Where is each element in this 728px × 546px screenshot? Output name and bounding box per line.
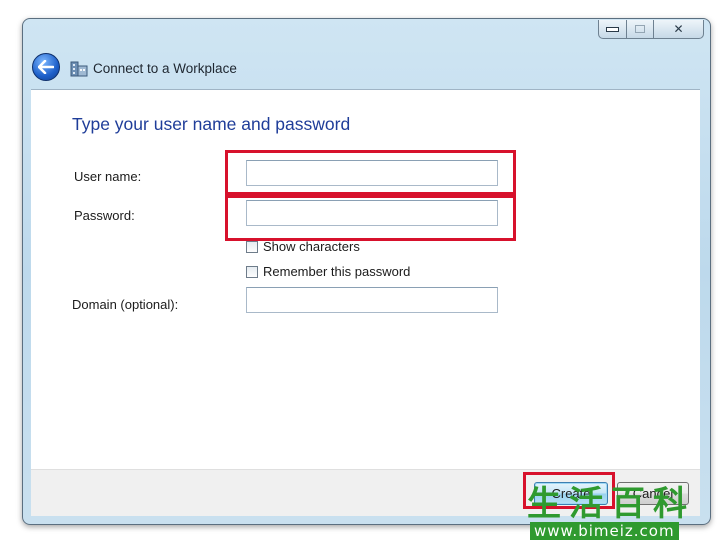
show-characters-label: Show characters (263, 239, 360, 254)
caption-buttons: ✕ (598, 20, 704, 39)
password-input[interactable] (246, 200, 498, 226)
maximize-icon (635, 25, 645, 33)
watermark-glyph: 百 (611, 484, 645, 524)
username-label: User name: (74, 169, 142, 184)
show-characters-checkbox[interactable] (246, 240, 258, 253)
watermark-url: www.bimeiz.com (530, 522, 679, 540)
show-characters-option[interactable]: Show characters (246, 239, 360, 254)
watermark-glyphs: 生 活 百 科 (525, 485, 689, 523)
connect-workplace-window: ✕ Connect to a Workplace Type your user … (22, 18, 711, 525)
close-button[interactable]: ✕ (654, 20, 704, 39)
minimize-icon (606, 26, 619, 32)
password-label: Password: (74, 208, 135, 223)
wizard-content: Type your user name and password User na… (31, 89, 700, 469)
back-button[interactable] (32, 53, 60, 81)
domain-input[interactable] (246, 287, 498, 313)
maximize-button[interactable] (627, 20, 654, 39)
window-title: Connect to a Workplace (93, 61, 237, 76)
remember-password-option[interactable]: Remember this password (246, 264, 410, 279)
page-heading: Type your user name and password (72, 114, 351, 134)
domain-label: Domain (optional): (72, 297, 179, 312)
close-icon: ✕ (673, 22, 684, 36)
watermark-glyph: 科 (653, 484, 687, 524)
remember-password-label: Remember this password (263, 264, 411, 279)
workplace-network-icon (70, 61, 88, 77)
remember-password-checkbox[interactable] (246, 265, 258, 278)
back-arrow-icon (38, 60, 54, 74)
watermark-glyph: 生 (527, 484, 561, 524)
username-input[interactable] (246, 160, 498, 186)
minimize-button[interactable] (598, 20, 627, 39)
watermark-glyph: 活 (569, 484, 603, 524)
